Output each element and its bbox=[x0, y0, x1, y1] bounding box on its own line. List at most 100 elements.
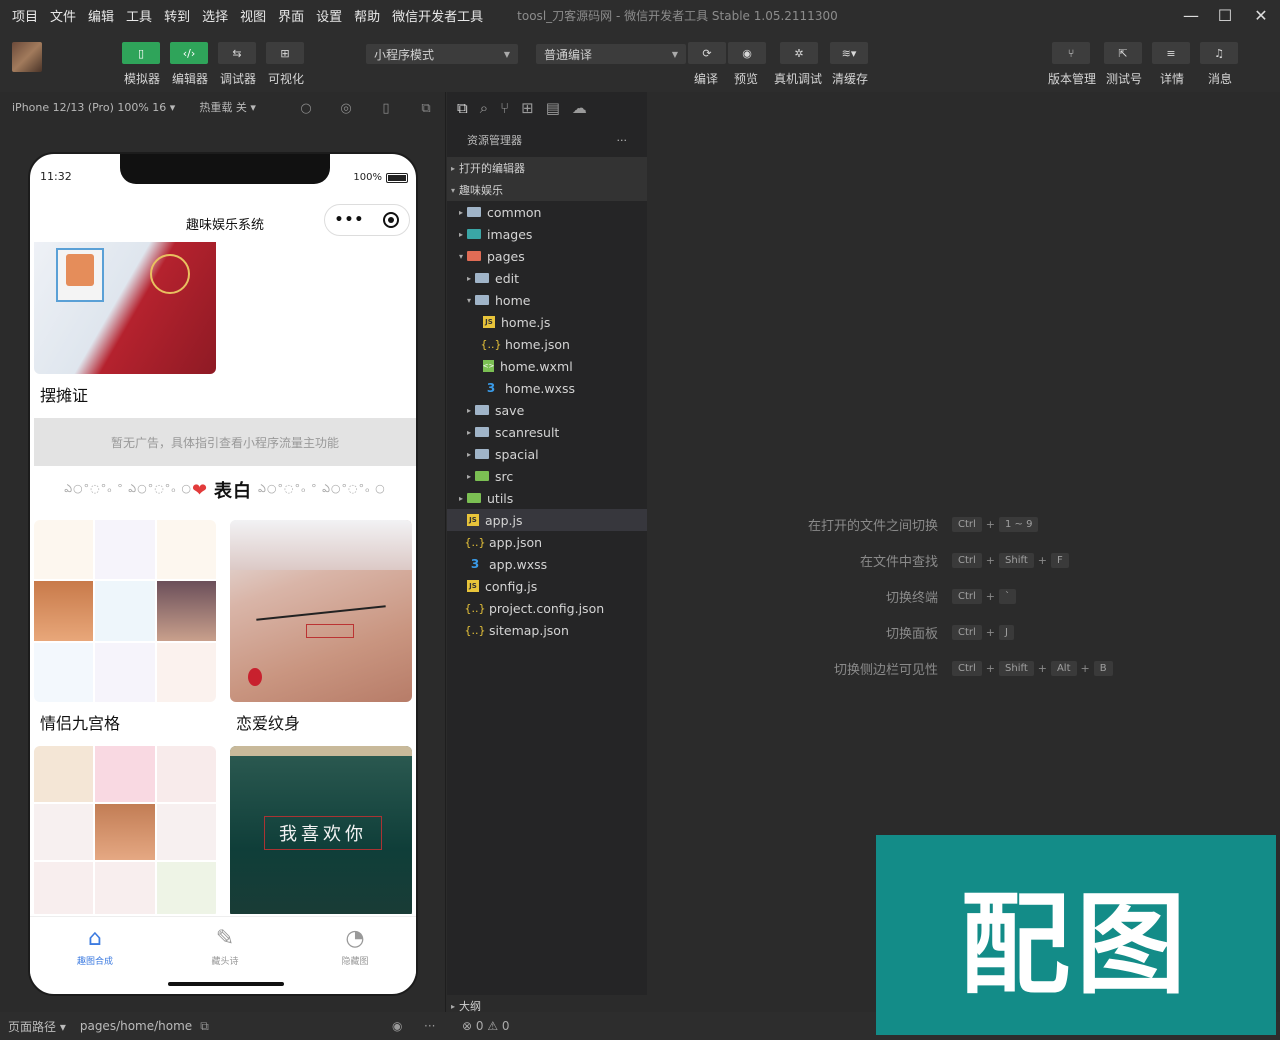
debugger-icon[interactable]: ⇆ bbox=[218, 42, 256, 64]
menu-item[interactable]: 工具 bbox=[120, 6, 158, 25]
record-icon[interactable]: ◎ bbox=[338, 100, 354, 116]
files-icon[interactable]: ⧉ bbox=[457, 99, 468, 117]
maximize-icon[interactable]: ☐ bbox=[1212, 4, 1238, 26]
more-icon[interactable]: ··· bbox=[424, 1019, 435, 1033]
branch-icon[interactable]: ⑂ bbox=[1052, 42, 1090, 64]
visual-button[interactable]: 可视化 bbox=[268, 70, 304, 87]
tree-item[interactable]: ▾ home bbox=[447, 289, 647, 311]
menu-item[interactable]: 界面 bbox=[272, 6, 310, 25]
menu-item[interactable]: 视图 bbox=[234, 6, 272, 25]
refresh-icon[interactable]: ⟳ bbox=[688, 42, 726, 64]
more-icon[interactable]: ••• bbox=[335, 212, 365, 228]
phone-icon[interactable]: ▯ bbox=[378, 100, 394, 116]
tree-item[interactable]: {..} project.config.json bbox=[447, 597, 647, 619]
menu-item[interactable]: 设置 bbox=[310, 6, 348, 25]
bell-icon[interactable]: ♫ bbox=[1200, 42, 1238, 64]
layers-icon[interactable]: ≋▾ bbox=[830, 42, 868, 64]
compile-button[interactable]: 编译 bbox=[694, 70, 718, 87]
compile-select[interactable]: 普通编译 ▼ bbox=[536, 44, 686, 64]
card-image-blackboard[interactable]: 我喜欢你 bbox=[230, 746, 412, 914]
problems-counter[interactable]: ⊗ 0 ⚠ 0 bbox=[462, 1019, 510, 1033]
avatar[interactable] bbox=[12, 42, 42, 72]
circle-icon[interactable]: ○ bbox=[298, 100, 314, 116]
close-icon[interactable]: ✕ bbox=[1248, 4, 1274, 26]
tree-item[interactable]: ▸ images bbox=[447, 223, 647, 245]
cloud-icon[interactable]: ☁ bbox=[572, 99, 587, 117]
menu-item[interactable]: 帮助 bbox=[348, 6, 386, 25]
external-link-icon[interactable]: ⇱ bbox=[1104, 42, 1142, 64]
test-account-button[interactable]: 测试号 bbox=[1106, 70, 1142, 87]
tab-acrostic-poem[interactable]: ✎ 藏头诗 bbox=[160, 917, 290, 976]
page-path-select[interactable]: 页面路径 ▾ bbox=[8, 1018, 66, 1035]
simulator-button[interactable]: 模拟器 bbox=[124, 70, 160, 87]
menu-item[interactable]: 文件 bbox=[44, 6, 82, 25]
clear-cache-button[interactable]: 清缓存 bbox=[832, 70, 868, 87]
bug-icon[interactable]: ✲ bbox=[780, 42, 818, 64]
menu-item[interactable]: 项目 bbox=[0, 6, 44, 25]
card-image-grid-two[interactable] bbox=[34, 746, 216, 914]
card-image-nine-grid[interactable] bbox=[34, 520, 216, 702]
debug-icon[interactable]: ▤ bbox=[546, 99, 560, 117]
tree-item[interactable]: JS app.js bbox=[447, 509, 647, 531]
card-image-love-tattoo[interactable] bbox=[230, 520, 412, 702]
tree-item[interactable]: ▸ src bbox=[447, 465, 647, 487]
preview-button[interactable]: 预览 bbox=[734, 70, 758, 87]
menu-item[interactable]: 转到 bbox=[158, 6, 196, 25]
menu-item[interactable]: 编辑 bbox=[82, 6, 120, 25]
debugger-button[interactable]: 调试器 bbox=[220, 70, 256, 87]
tree-item[interactable]: {..} sitemap.json bbox=[447, 619, 647, 641]
tree-item[interactable]: ▸ utils bbox=[447, 487, 647, 509]
tree-item[interactable]: JS config.js bbox=[447, 575, 647, 597]
tree-item-label: edit bbox=[495, 270, 519, 286]
tree-item[interactable]: ▸ common bbox=[447, 201, 647, 223]
more-icon[interactable]: ··· bbox=[617, 134, 628, 147]
tree-item[interactable]: ▾ pages bbox=[447, 245, 647, 267]
extensions-icon[interactable]: ⊞ bbox=[521, 99, 534, 117]
hot-reload-select[interactable]: 热重载 关 ▾ bbox=[199, 99, 256, 115]
card-image-stall-license[interactable] bbox=[34, 242, 216, 374]
simulator-icon[interactable]: ▯ bbox=[122, 42, 160, 64]
tree-item[interactable]: 3 home.wxss bbox=[447, 377, 647, 399]
messages-button[interactable]: 消息 bbox=[1208, 70, 1232, 87]
details-button[interactable]: 详情 bbox=[1160, 70, 1184, 87]
eye-icon[interactable]: ◉ bbox=[728, 42, 766, 64]
version-mgmt-button[interactable]: 版本管理 bbox=[1048, 70, 1096, 87]
open-editors-section[interactable]: ▸ 打开的编辑器 bbox=[447, 157, 647, 179]
tree-item[interactable]: ▸ spacial bbox=[447, 443, 647, 465]
card-title[interactable]: 恋爱纹身 bbox=[236, 710, 300, 734]
visual-icon[interactable]: ⊞ bbox=[266, 42, 304, 64]
tree-item[interactable]: <> home.wxml bbox=[447, 355, 647, 377]
menu-item[interactable]: 选择 bbox=[196, 6, 234, 25]
search-icon[interactable]: ⌕ bbox=[480, 99, 488, 117]
tree-item[interactable]: {..} home.json bbox=[447, 333, 647, 355]
tree-item[interactable]: ▸ scanresult bbox=[447, 421, 647, 443]
card-title[interactable]: 情侣九宫格 bbox=[40, 710, 120, 734]
capsule-menu[interactable]: ••• bbox=[324, 204, 410, 236]
minimize-icon[interactable]: — bbox=[1178, 4, 1204, 26]
close-miniprogram-icon[interactable] bbox=[383, 212, 400, 228]
source-control-icon[interactable]: ⑂ bbox=[500, 99, 509, 117]
tab-fun-image[interactable]: ⌂ 趣图合成 bbox=[30, 917, 160, 976]
popout-icon[interactable]: ⧉ bbox=[418, 100, 434, 116]
mode-select[interactable]: 小程序模式 ▼ bbox=[366, 44, 518, 64]
tree-item[interactable]: ▸ save bbox=[447, 399, 647, 421]
editor-icon[interactable]: ‹/› bbox=[170, 42, 208, 64]
chevron-right-icon: ▸ bbox=[458, 207, 463, 217]
folder-icon bbox=[475, 273, 489, 283]
tree-item[interactable]: ▸ edit bbox=[447, 267, 647, 289]
device-select[interactable]: iPhone 12/13 (Pro) 100% 16 ▾ bbox=[12, 101, 175, 114]
menu-icon[interactable]: ≡ bbox=[1152, 42, 1190, 64]
page-content[interactable]: 摆摊证 暂无广告，具体指引查看小程序流量主功能 ఎ○°◌°ₒ ° ఎ○°◌°ₒ … bbox=[30, 242, 416, 914]
tree-item[interactable]: {..} app.json bbox=[447, 531, 647, 553]
project-section[interactable]: ▾ 趣味娱乐 bbox=[447, 179, 647, 201]
copy-icon[interactable]: ⧉ bbox=[200, 1019, 209, 1034]
tree-item[interactable]: JS home.js bbox=[447, 311, 647, 333]
chevron-right-icon: ▸ bbox=[450, 1001, 455, 1011]
real-debug-button[interactable]: 真机调试 bbox=[774, 70, 822, 87]
tree-item[interactable]: 3 app.wxss bbox=[447, 553, 647, 575]
card-title[interactable]: 摆摊证 bbox=[40, 382, 88, 406]
eye-icon[interactable]: ◉ bbox=[392, 1019, 402, 1033]
menu-item[interactable]: 微信开发者工具 bbox=[386, 6, 489, 25]
editor-button[interactable]: 编辑器 bbox=[172, 70, 208, 87]
tab-hidden-image[interactable]: ◔ 隐藏图 bbox=[290, 917, 416, 976]
